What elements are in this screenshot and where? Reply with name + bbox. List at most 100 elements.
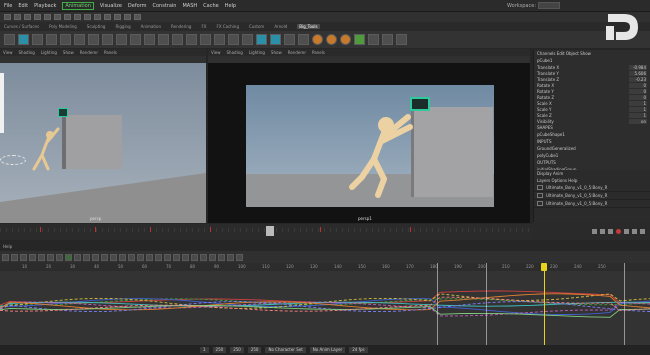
shelf-tool-18[interactable] [242,34,253,45]
anim-layer-dropdown[interactable]: No Anim Layer [309,347,346,353]
shelf-tool-1[interactable] [4,34,15,45]
menu-file[interactable]: File [4,3,12,9]
fps-dropdown[interactable]: 24 fps [349,347,368,353]
channel-value[interactable]: 0 [629,82,647,88]
shelf-tool-6[interactable] [74,34,85,45]
shelf-tool-27[interactable] [368,34,379,45]
current-time-handle[interactable] [541,263,547,271]
vp-right-lighting-menu[interactable]: Lighting [249,50,265,55]
visibility-toggle[interactable] [537,185,543,190]
menu-deform[interactable]: Deform [128,3,147,9]
plateau-tangent-icon[interactable] [119,253,126,261]
viewport-left[interactable]: persp [0,63,206,223]
play-back-icon[interactable] [608,228,613,234]
shelf-tab-poly[interactable]: Poly Modeling [49,24,77,29]
post-infinity-icon[interactable] [218,253,225,261]
vp-right-renderer-menu[interactable]: Renderer [288,50,306,55]
shelf-tool-24[interactable] [326,34,337,45]
trax-editor-icon[interactable] [236,253,243,261]
render-icon[interactable] [114,14,121,20]
record-icon[interactable] [616,228,621,234]
shelf-tool-15[interactable] [200,34,211,45]
snap-grid-icon[interactable] [84,14,91,20]
lock-weight-icon[interactable] [155,253,162,261]
region-icon[interactable] [29,253,36,261]
step-tangent-icon[interactable] [110,253,117,261]
menu-constrain[interactable]: Constrain [153,3,177,9]
shelf-tab-fxcaching[interactable]: FX Caching [217,24,239,29]
shelf-tool-26[interactable] [354,34,365,45]
shelf-tool-25[interactable] [340,34,351,45]
vp-left-show-menu[interactable]: Show [63,50,74,55]
shelf-tool-22[interactable] [298,34,309,45]
shelf-tool-17[interactable] [228,34,239,45]
frame-all-icon[interactable] [47,253,54,261]
layer-help-menu[interactable]: Help [568,178,577,183]
shelf-tool-2[interactable] [18,34,29,45]
dope-sheet-icon[interactable] [227,253,234,261]
anim-curve[interactable] [0,293,650,309]
input-item[interactable]: GroundGeneralized [534,145,650,152]
vp-right-panels-menu[interactable]: Panels [312,50,325,55]
frame-selection-icon[interactable] [56,253,63,261]
redo-icon[interactable] [44,14,51,20]
shelf-tab-big-tools[interactable]: Big_Tools [297,24,320,29]
ipr-render-icon[interactable] [124,14,131,20]
normalize-icon[interactable] [191,253,198,261]
save-scene-icon[interactable] [24,14,31,20]
time-slider[interactable] [0,224,533,240]
shelf-tool-19[interactable] [256,34,267,45]
snap-point-icon[interactable] [104,14,111,20]
viewport-right[interactable]: persp1 [208,63,530,223]
vp-left-panels-menu[interactable]: Panels [104,50,117,55]
vp-right-shading-menu[interactable]: Shading [227,50,243,55]
vp-left-lighting-menu[interactable]: Lighting [41,50,57,55]
snap-curve-icon[interactable] [94,14,101,20]
menu-cache[interactable]: Cache [203,3,219,9]
menu-help[interactable]: Help [225,3,236,9]
shelf-tool-14[interactable] [186,34,197,45]
shelf-tool-4[interactable] [46,34,57,45]
graph-editor-canvas[interactable]: 10 20 30 40 50 60 70 80 90 100 110 120 130 140 150 160 1… [0,263,650,345]
channel-value[interactable]: 0 [629,88,647,94]
mode-selector[interactable]: Animation [62,1,94,10]
channel-value[interactable]: 1 [629,100,647,106]
select-object-icon[interactable] [64,14,71,20]
insert-key-icon[interactable] [11,253,18,261]
undo-icon[interactable] [34,14,41,20]
shelf-tool-21[interactable] [284,34,295,45]
shelf-tab-rigging[interactable]: Rigging [115,24,130,29]
menu-playback[interactable]: Playback [34,3,56,9]
menu-mash[interactable]: MASH [182,3,197,9]
workspace-selector[interactable]: Workspace: [507,2,560,9]
shelf-tab-curves[interactable]: Curves / Surfaces [4,24,39,29]
anim-layer-tab[interactable]: Anim [553,171,563,176]
open-scene-icon[interactable] [14,14,21,20]
new-scene-icon[interactable] [4,14,11,20]
channel-value[interactable]: 0 [629,94,647,100]
channel-value[interactable]: -0.984 [629,64,647,70]
swap-buffer-icon[interactable] [173,253,180,261]
linear-tangent-icon[interactable] [92,253,99,261]
vp-left-view-menu[interactable]: View [3,50,13,55]
go-to-end-icon[interactable] [640,228,645,234]
shelf-tab-sculpting[interactable]: Sculpting [87,24,106,29]
shelf-tool-7[interactable] [88,34,99,45]
channels-tab[interactable]: Channels [537,51,556,56]
snap-key-icon[interactable] [182,253,189,261]
step-forward-icon[interactable] [632,228,637,234]
anim-curve[interactable] [0,298,650,316]
shelf-tool-10[interactable] [130,34,141,45]
display-layer-tab[interactable]: Display [537,171,552,176]
visibility-toggle[interactable] [537,193,543,198]
menu-edit[interactable]: Edit [18,3,28,9]
spline-tangent-icon[interactable] [74,253,81,261]
input-item[interactable]: polyCube1 [534,152,650,159]
shelf-tab-custom[interactable]: Custom [249,24,264,29]
shelf-tool-29[interactable] [396,34,407,45]
channel-value[interactable]: on [629,118,647,124]
shelf-tool-3[interactable] [32,34,43,45]
range-start-field[interactable]: 250 [230,347,244,353]
flat-tangent-icon[interactable] [101,253,108,261]
denormalize-icon[interactable] [200,253,207,261]
